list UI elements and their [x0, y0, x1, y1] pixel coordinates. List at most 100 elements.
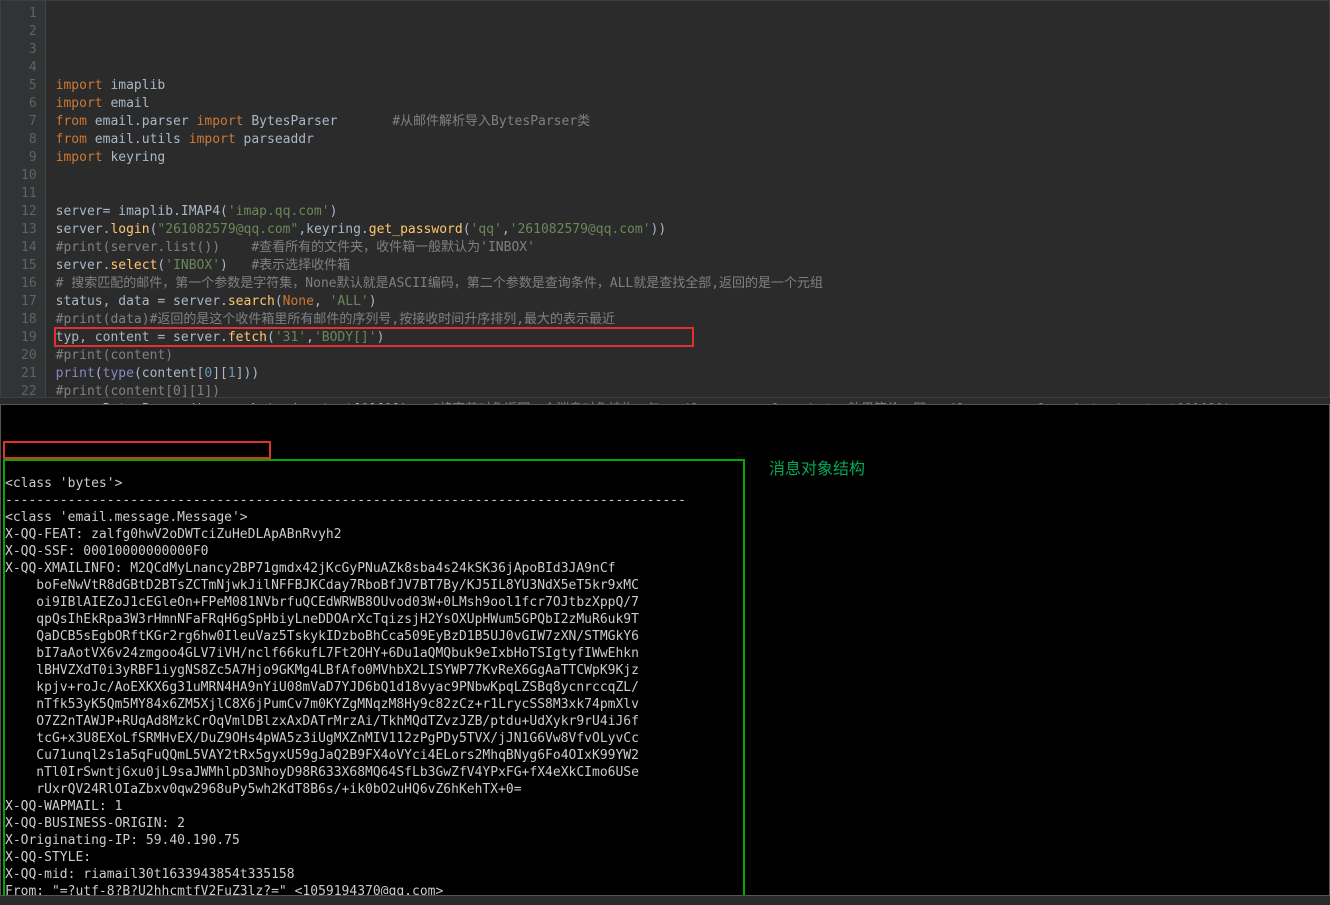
- code-token: (: [95, 366, 103, 381]
- code-token: server= imaplib.IMAP4(: [56, 204, 228, 219]
- line-number: 4: [21, 59, 37, 77]
- code-token: type: [103, 366, 134, 381]
- code-token: ): [377, 330, 385, 345]
- output-line: rUxrQV24RlOIaZbxv0qw2968uPy5wh2KdT8B6s/+…: [5, 781, 1325, 798]
- code-token: ): [330, 204, 338, 219]
- output-line: ----------------------------------------…: [5, 492, 1325, 509]
- code-token: #print(content[0][1]): [56, 384, 220, 399]
- line-number: 18: [21, 311, 37, 329]
- output-line: X-QQ-mid: riamail30t1633943854t335158: [5, 866, 1325, 883]
- code-line-11[interactable]: server.select('INBOX') #表示选择收件箱: [56, 257, 1232, 275]
- code-token: (: [463, 222, 471, 237]
- output-line: <class 'email.message.Message'>: [5, 509, 1325, 526]
- code-token: from: [56, 114, 87, 129]
- line-number: 6: [21, 95, 37, 113]
- code-line-12[interactable]: # 搜索匹配的邮件，第一个参数是字符集，None默认就是ASCII编码，第二个参…: [56, 275, 1232, 293]
- output-line: nTl0IrSwntjGxu0jL9saJWMhlpD3NhoyD98R633X…: [5, 764, 1325, 781]
- code-token: import: [197, 114, 244, 129]
- code-line-2[interactable]: import email: [56, 95, 1232, 113]
- highlight-box-class-msg: [3, 441, 271, 459]
- line-number: 7: [21, 113, 37, 131]
- code-token: 'BODY[]': [314, 330, 377, 345]
- code-token: "261082579@qq.com": [157, 222, 298, 237]
- code-token: import: [189, 132, 236, 147]
- line-number: 15: [21, 257, 37, 275]
- code-line-10[interactable]: #print(server.list()) #查看所有的文件夹，收件箱一般默认为…: [56, 239, 1232, 257]
- output-line: X-QQ-WAPMAIL: 1: [5, 798, 1325, 815]
- code-token: ,: [314, 294, 330, 309]
- code-token: # 搜索匹配的邮件，第一个参数是字符集，None默认就是ASCII编码，第二个参…: [56, 276, 823, 291]
- code-token: (: [275, 294, 283, 309]
- line-number: 10: [21, 167, 37, 185]
- line-number: 13: [21, 221, 37, 239]
- line-number: 17: [21, 293, 37, 311]
- line-number: 21: [21, 365, 37, 383]
- output-line: X-Originating-IP: 59.40.190.75: [5, 832, 1325, 849]
- annotation-label: 消息对象结构: [769, 461, 865, 478]
- code-line-4[interactable]: from email.utils import parseaddr: [56, 131, 1232, 149]
- code-token: 'imap.qq.com': [228, 204, 330, 219]
- code-editor[interactable]: 12345678910111213141516171819202122 impo…: [0, 0, 1330, 398]
- code-token: imaplib: [103, 78, 166, 93]
- code-line-17[interactable]: print(type(content[0][1])): [56, 365, 1232, 383]
- code-token: from: [56, 132, 87, 147]
- code-token: ,: [502, 222, 510, 237]
- code-token: )): [651, 222, 667, 237]
- output-line: kpjv+roJc/AoEXKX6g31uMRN4HA9nYiU08mVaD7Y…: [5, 679, 1325, 696]
- code-token: #从邮件解析导入BytesParser类: [392, 114, 590, 129]
- code-token: 1: [228, 366, 236, 381]
- line-number: 22: [21, 383, 37, 401]
- output-console[interactable]: 消息对象结构 <class 'bytes'>------------------…: [0, 404, 1330, 896]
- code-token: server.: [56, 222, 111, 237]
- code-line-9[interactable]: server.login("261082579@qq.com",keyring.…: [56, 221, 1232, 239]
- code-token: server.: [56, 258, 111, 273]
- code-token: ,keyring.: [298, 222, 368, 237]
- line-number: 14: [21, 239, 37, 257]
- code-line-13[interactable]: status, data = server.search(None, 'ALL'…: [56, 293, 1232, 311]
- code-token: ][: [212, 366, 228, 381]
- code-token: 'INBOX': [165, 258, 220, 273]
- output-line: lBHVZXdT0i3yRBF1iygNS8Zc5A7Hjo9GKMg4LBfA…: [5, 662, 1325, 679]
- output-line: QaDCB5sEgbORftKGr2rg6hw0IleuVaz5TskykIDz…: [5, 628, 1325, 645]
- output-line: Cu71unql2s1a5qFuQQmL5VAY2tRx5gyxU59gJaQ2…: [5, 747, 1325, 764]
- code-token: import: [56, 150, 103, 165]
- output-line: From: "=?utf-8?B?U2hhcmtfV2FuZ3lz?=" <10…: [5, 883, 1325, 896]
- line-number: 1: [21, 5, 37, 23]
- code-token: select: [110, 258, 157, 273]
- output-line: O7Z2nTAWJP+RUqAd8MzkCrOqVmlDBlzxAxDATrMr…: [5, 713, 1325, 730]
- code-token: status, data = server.: [56, 294, 228, 309]
- line-number: 3: [21, 41, 37, 59]
- code-token: ,: [306, 330, 314, 345]
- code-token: email: [103, 96, 150, 111]
- line-number: 16: [21, 275, 37, 293]
- line-number: 8: [21, 131, 37, 149]
- code-line-18[interactable]: #print(content[0][1]): [56, 383, 1232, 401]
- output-line: X-QQ-STYLE:: [5, 849, 1325, 866]
- code-line-14[interactable]: #print(data)#返回的是这个收件箱里所有邮件的序列号,按接收时间升序排…: [56, 311, 1232, 329]
- code-token: print: [56, 366, 95, 381]
- code-token: email.parser: [87, 114, 197, 129]
- code-line-1[interactable]: import imaplib: [56, 77, 1232, 95]
- line-gutter: 12345678910111213141516171819202122: [1, 1, 46, 397]
- code-token: (content[: [134, 366, 204, 381]
- line-number: 20: [21, 347, 37, 365]
- code-line-16[interactable]: #print(content): [56, 347, 1232, 365]
- code-line-3[interactable]: from email.parser import BytesParser #从邮…: [56, 113, 1232, 131]
- code-token: get_password: [369, 222, 463, 237]
- code-token: #表示选择收件箱: [251, 258, 350, 273]
- line-number: 19: [21, 329, 37, 347]
- code-token: '261082579@qq.com': [510, 222, 651, 237]
- code-token: '31': [275, 330, 306, 345]
- output-line: oi9IBlAIEZoJ1cEGleOn+FPeM081NVbrfuQCEdWR…: [5, 594, 1325, 611]
- code-token: keyring: [103, 150, 166, 165]
- code-token: 'qq': [471, 222, 502, 237]
- output-line: nTfk53yK5Qm5MY84x6ZM5XjlC8X6jPumCv7m0KYZ…: [5, 696, 1325, 713]
- code-line-8[interactable]: server= imaplib.IMAP4('imap.qq.com'): [56, 203, 1232, 221]
- code-line-5[interactable]: import keyring: [56, 149, 1232, 167]
- code-area[interactable]: import imaplibimport emailfrom email.par…: [46, 1, 1232, 397]
- code-token: None: [283, 294, 314, 309]
- output-line: <class 'bytes'>: [5, 475, 1325, 492]
- code-line-7[interactable]: [56, 185, 1232, 203]
- code-line-6[interactable]: [56, 167, 1232, 185]
- code-line-15[interactable]: typ, content = server.fetch('31','BODY[]…: [56, 329, 1232, 347]
